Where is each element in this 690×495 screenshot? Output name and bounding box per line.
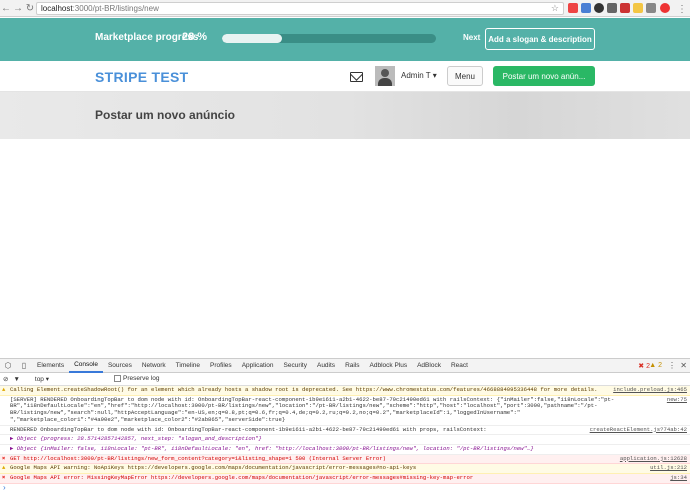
filter-icon[interactable]: ▼ <box>13 376 19 383</box>
onboarding-topbar: Marketplace progress 28 % Next Add a slo… <box>0 18 690 61</box>
tab-console[interactable]: Console <box>69 359 103 373</box>
extension-icon[interactable] <box>646 3 656 13</box>
site-header: STRIPE TEST Admin T ▾ Menu Postar um nov… <box>0 61 690 92</box>
inspect-icon[interactable]: ⬡ <box>0 359 16 373</box>
browser-toolbar: ← → ↻ localhost:3000/pt-BR/listings/new … <box>0 0 690 17</box>
reload-icon[interactable]: ↻ <box>24 1 36 15</box>
extension-icon[interactable] <box>620 3 630 13</box>
console-row: ▲ Google Maps API warning: NoApiKeys http… <box>0 464 690 475</box>
tab-rails[interactable]: Rails <box>340 359 364 373</box>
tab-application[interactable]: Application <box>237 359 279 373</box>
extension-icon[interactable] <box>633 3 643 13</box>
progress-bar <box>222 34 436 43</box>
address-bar[interactable]: localhost:3000/pt-BR/listings/new ☆ <box>36 2 564 15</box>
source-link[interactable]: application.js:12628 <box>620 455 687 463</box>
console-message: Google Maps API warning: NoApiKeys https… <box>10 464 417 472</box>
page-title: Postar um novo anúncio <box>95 108 236 122</box>
console-prompt-icon[interactable]: › <box>3 483 6 492</box>
back-icon[interactable]: ← <box>0 1 12 15</box>
device-toolbar-icon[interactable]: ▯ <box>16 359 32 373</box>
console-message[interactable]: ▶ Object {progress: 28.57142857142857, n… <box>10 435 262 442</box>
username: Admin T <box>401 71 431 80</box>
tab-adblock[interactable]: AdBlock <box>412 359 446 373</box>
close-icon[interactable]: ✕ <box>680 361 687 370</box>
console-row: ▲ Calling Element.createShadowRoot() for … <box>0 386 690 396</box>
console-row: RENDERED OnboardingTopBar to dom node wi… <box>0 426 690 436</box>
page-hero: Postar um novo anúncio <box>0 92 690 139</box>
source-link[interactable]: js:34 <box>670 474 687 482</box>
tab-timeline[interactable]: Timeline <box>171 359 205 373</box>
source-link[interactable]: new:75 <box>667 396 687 404</box>
error-icon: ✖ <box>638 363 645 370</box>
console-row: ▶ Object {inMailer: false, i18nLocale: "… <box>0 445 690 455</box>
error-icon: ✖ <box>2 474 6 482</box>
console-row: ✖ Google Maps API error: MissingKeyMapErr… <box>0 474 690 484</box>
forward-icon[interactable]: → <box>12 1 24 15</box>
extension-icon[interactable] <box>568 3 578 13</box>
console-message: [SERVER] RENDERED OnboardingTopBar to do… <box>10 395 615 423</box>
tab-audits[interactable]: Audits <box>312 359 340 373</box>
url-path: :3000/pt-BR/listings/new <box>72 4 159 13</box>
extension-icon[interactable] <box>581 3 591 13</box>
console-message: GET http://localhost:3000/pt-BR/listings… <box>10 454 386 462</box>
tab-profiles[interactable]: Profiles <box>205 359 237 373</box>
warning-count-badge[interactable]: ▲ 2 <box>649 362 662 369</box>
devtools-tabs: ⬡ ▯ Elements Console Sources Network Timelin… <box>0 359 690 373</box>
console-message[interactable]: ▶ Object {inMailer: false, i18nLocale: "… <box>10 445 534 452</box>
tab-react[interactable]: React <box>446 359 473 373</box>
clear-console-icon[interactable]: ⊘ <box>3 375 8 383</box>
site-logo[interactable]: STRIPE TEST <box>95 69 189 85</box>
avatar[interactable] <box>375 66 395 86</box>
warning-icon: ▲ <box>2 386 6 393</box>
console-row: ▶ Object {progress: 28.57142857142857, n… <box>0 435 690 445</box>
progress-percent: 28 % <box>182 31 208 43</box>
user-menu[interactable]: Admin T ▾ <box>401 71 437 80</box>
extension-icon[interactable] <box>594 3 604 13</box>
console-row: [SERVER] RENDERED OnboardingTopBar to do… <box>0 396 690 426</box>
menu-button[interactable]: Menu <box>447 66 483 86</box>
console-message: Calling Element.createShadowRoot() for a… <box>10 386 598 393</box>
source-link[interactable]: util.js:212 <box>650 465 687 472</box>
source-link[interactable]: createReactElement.js?74ab:42 <box>590 426 687 434</box>
error-icon: ✖ <box>2 454 6 462</box>
preserve-log-checkbox[interactable]: Preserve log <box>114 375 160 383</box>
tab-sources[interactable]: Sources <box>103 359 137 373</box>
warning-icon: ▲ <box>649 362 657 369</box>
console-log: ▲ Calling Element.createShadowRoot() for … <box>0 386 690 484</box>
bookmark-star-icon[interactable]: ☆ <box>551 3 559 14</box>
extension-icon[interactable] <box>607 3 617 13</box>
tab-network[interactable]: Network <box>137 359 171 373</box>
post-listing-button[interactable]: Postar um novo anún... <box>493 66 595 86</box>
browser-menu-icon[interactable]: ⋮ <box>676 2 688 16</box>
inbox-icon[interactable] <box>350 72 363 82</box>
warning-icon: ▲ <box>2 464 6 472</box>
tab-security[interactable]: Security <box>279 359 312 373</box>
context-selector[interactable]: top ▾ <box>35 375 49 383</box>
tab-adblock-plus[interactable]: Adblock Plus <box>365 359 413 373</box>
console-message: Google Maps API error: MissingKeyMapErro… <box>10 474 474 482</box>
add-slogan-button[interactable]: Add a slogan & description <box>485 28 595 50</box>
url-host: localhost <box>41 4 73 13</box>
caret-down-icon: ▾ <box>432 71 437 80</box>
devtools-panel: ⬡ ▯ Elements Console Sources Network Timelin… <box>0 358 690 495</box>
console-message: RENDERED OnboardingTopBar to dom node wi… <box>10 425 487 433</box>
more-options-icon[interactable]: ⋮ <box>668 361 676 370</box>
tab-elements[interactable]: Elements <box>32 359 69 373</box>
extension-icon[interactable] <box>660 3 670 13</box>
progress-bar-fill <box>222 34 282 43</box>
console-row: ✖ GET http://localhost:3000/pt-BR/listing… <box>0 454 690 465</box>
next-label: Next <box>463 33 481 42</box>
source-link[interactable]: include.preload.js:465 <box>613 386 687 394</box>
console-toolbar: ⊘ ▼ top ▾ Preserve log <box>0 373 690 386</box>
